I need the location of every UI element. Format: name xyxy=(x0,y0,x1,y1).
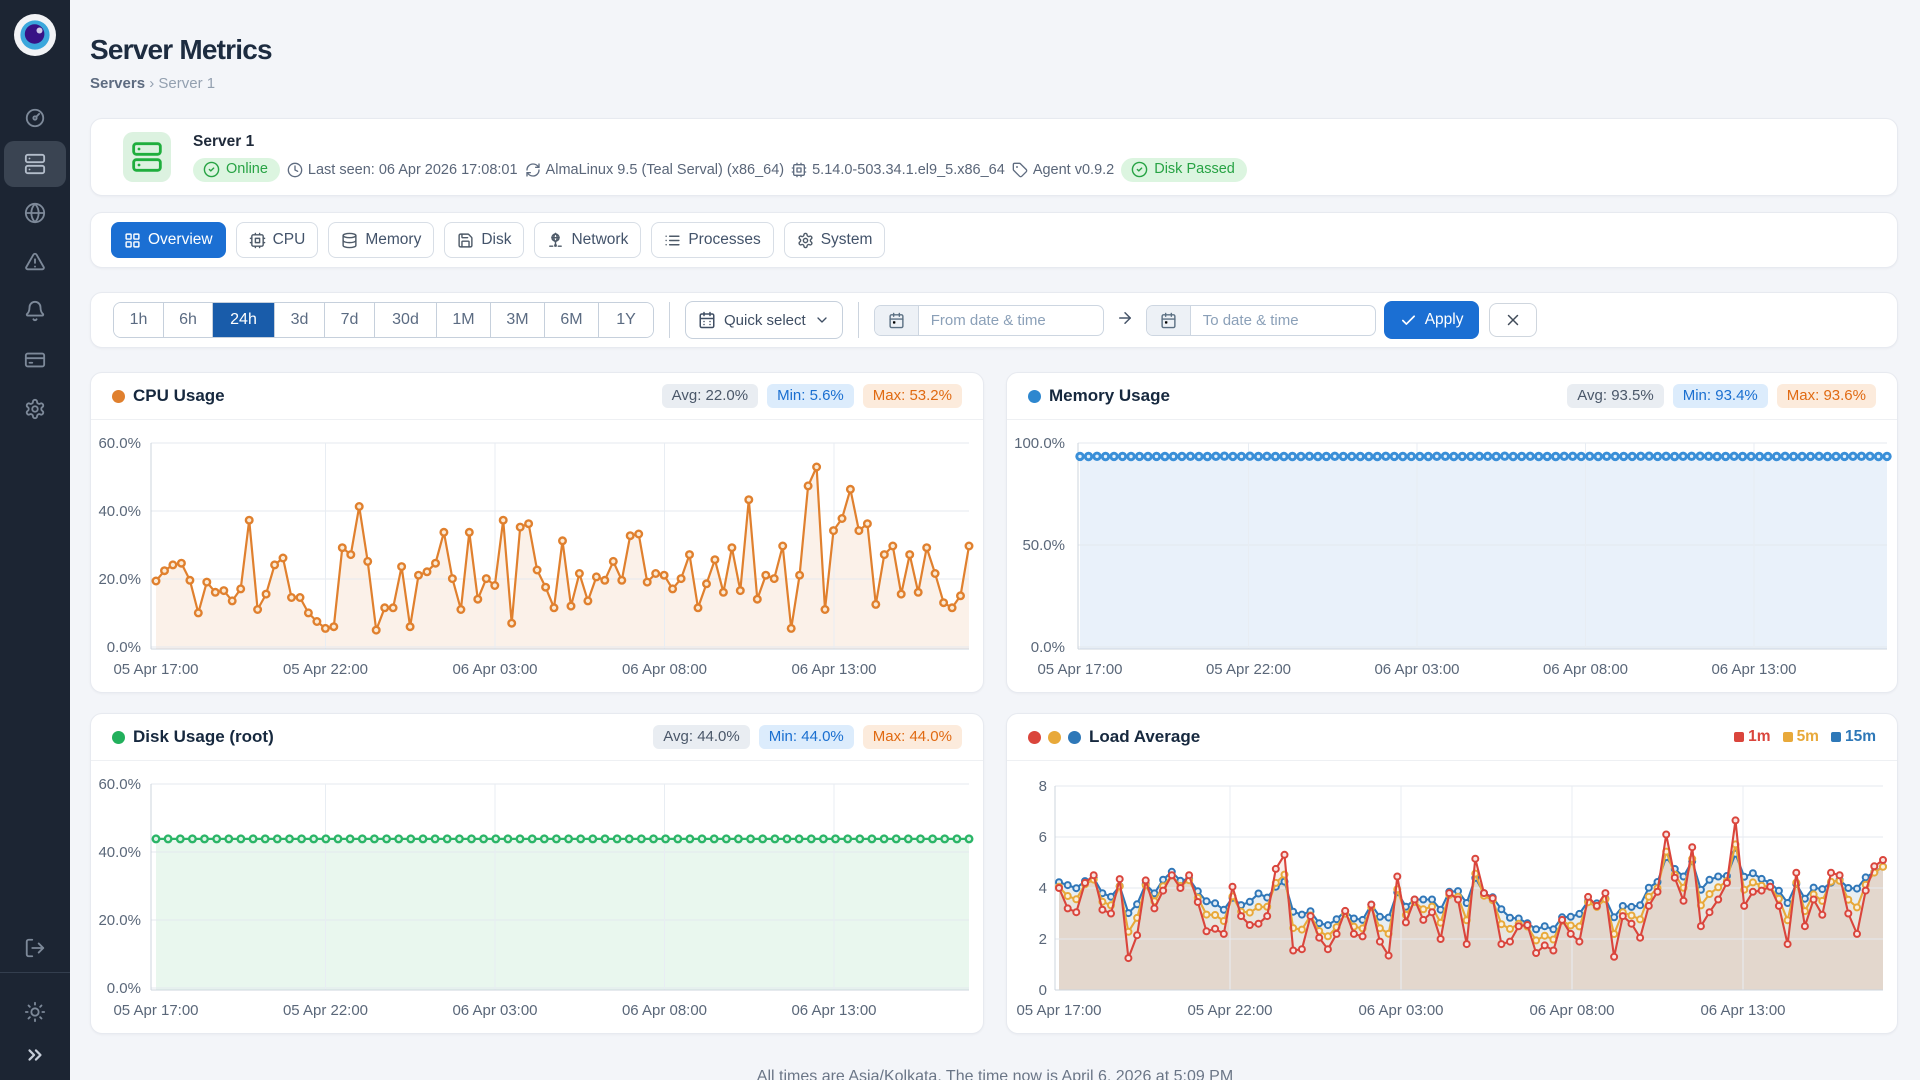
svg-text:0.0%: 0.0% xyxy=(107,980,141,997)
svg-text:20.0%: 20.0% xyxy=(98,571,141,588)
svg-text:06 Apr 13:00: 06 Apr 13:00 xyxy=(1711,661,1796,678)
svg-text:4: 4 xyxy=(1039,880,1047,897)
svg-text:06 Apr 08:00: 06 Apr 08:00 xyxy=(622,1002,707,1019)
svg-text:06 Apr 13:00: 06 Apr 13:00 xyxy=(791,661,876,678)
svg-text:05 Apr 17:00: 05 Apr 17:00 xyxy=(1037,661,1122,678)
svg-text:05 Apr 22:00: 05 Apr 22:00 xyxy=(283,661,368,678)
svg-text:05 Apr 17:00: 05 Apr 17:00 xyxy=(113,661,198,678)
svg-text:05 Apr 22:00: 05 Apr 22:00 xyxy=(1187,1002,1272,1019)
svg-text:06 Apr 08:00: 06 Apr 08:00 xyxy=(1529,1002,1614,1019)
svg-text:0.0%: 0.0% xyxy=(1031,639,1065,656)
svg-text:60.0%: 60.0% xyxy=(98,435,141,452)
svg-text:100.0%: 100.0% xyxy=(1014,435,1065,452)
svg-text:05 Apr 22:00: 05 Apr 22:00 xyxy=(283,1002,368,1019)
svg-text:6: 6 xyxy=(1039,829,1047,846)
svg-text:06 Apr 08:00: 06 Apr 08:00 xyxy=(1543,661,1628,678)
svg-text:50.0%: 50.0% xyxy=(1022,537,1065,554)
svg-text:05 Apr 17:00: 05 Apr 17:00 xyxy=(113,1002,198,1019)
svg-text:40.0%: 40.0% xyxy=(98,503,141,520)
svg-text:06 Apr 03:00: 06 Apr 03:00 xyxy=(1374,661,1459,678)
svg-text:06 Apr 03:00: 06 Apr 03:00 xyxy=(1358,1002,1443,1019)
svg-text:05 Apr 17:00: 05 Apr 17:00 xyxy=(1016,1002,1101,1019)
svg-text:06 Apr 08:00: 06 Apr 08:00 xyxy=(622,661,707,678)
svg-text:06 Apr 13:00: 06 Apr 13:00 xyxy=(791,1002,876,1019)
svg-text:06 Apr 13:00: 06 Apr 13:00 xyxy=(1700,1002,1785,1019)
svg-text:06 Apr 03:00: 06 Apr 03:00 xyxy=(452,1002,537,1019)
svg-text:0.0%: 0.0% xyxy=(107,639,141,656)
svg-text:0: 0 xyxy=(1039,982,1047,999)
svg-text:05 Apr 22:00: 05 Apr 22:00 xyxy=(1206,661,1291,678)
svg-text:60.0%: 60.0% xyxy=(98,776,141,793)
svg-text:40.0%: 40.0% xyxy=(98,844,141,861)
svg-text:06 Apr 03:00: 06 Apr 03:00 xyxy=(452,661,537,678)
svg-text:20.0%: 20.0% xyxy=(98,912,141,929)
svg-text:2: 2 xyxy=(1039,931,1047,948)
svg-text:8: 8 xyxy=(1039,778,1047,795)
